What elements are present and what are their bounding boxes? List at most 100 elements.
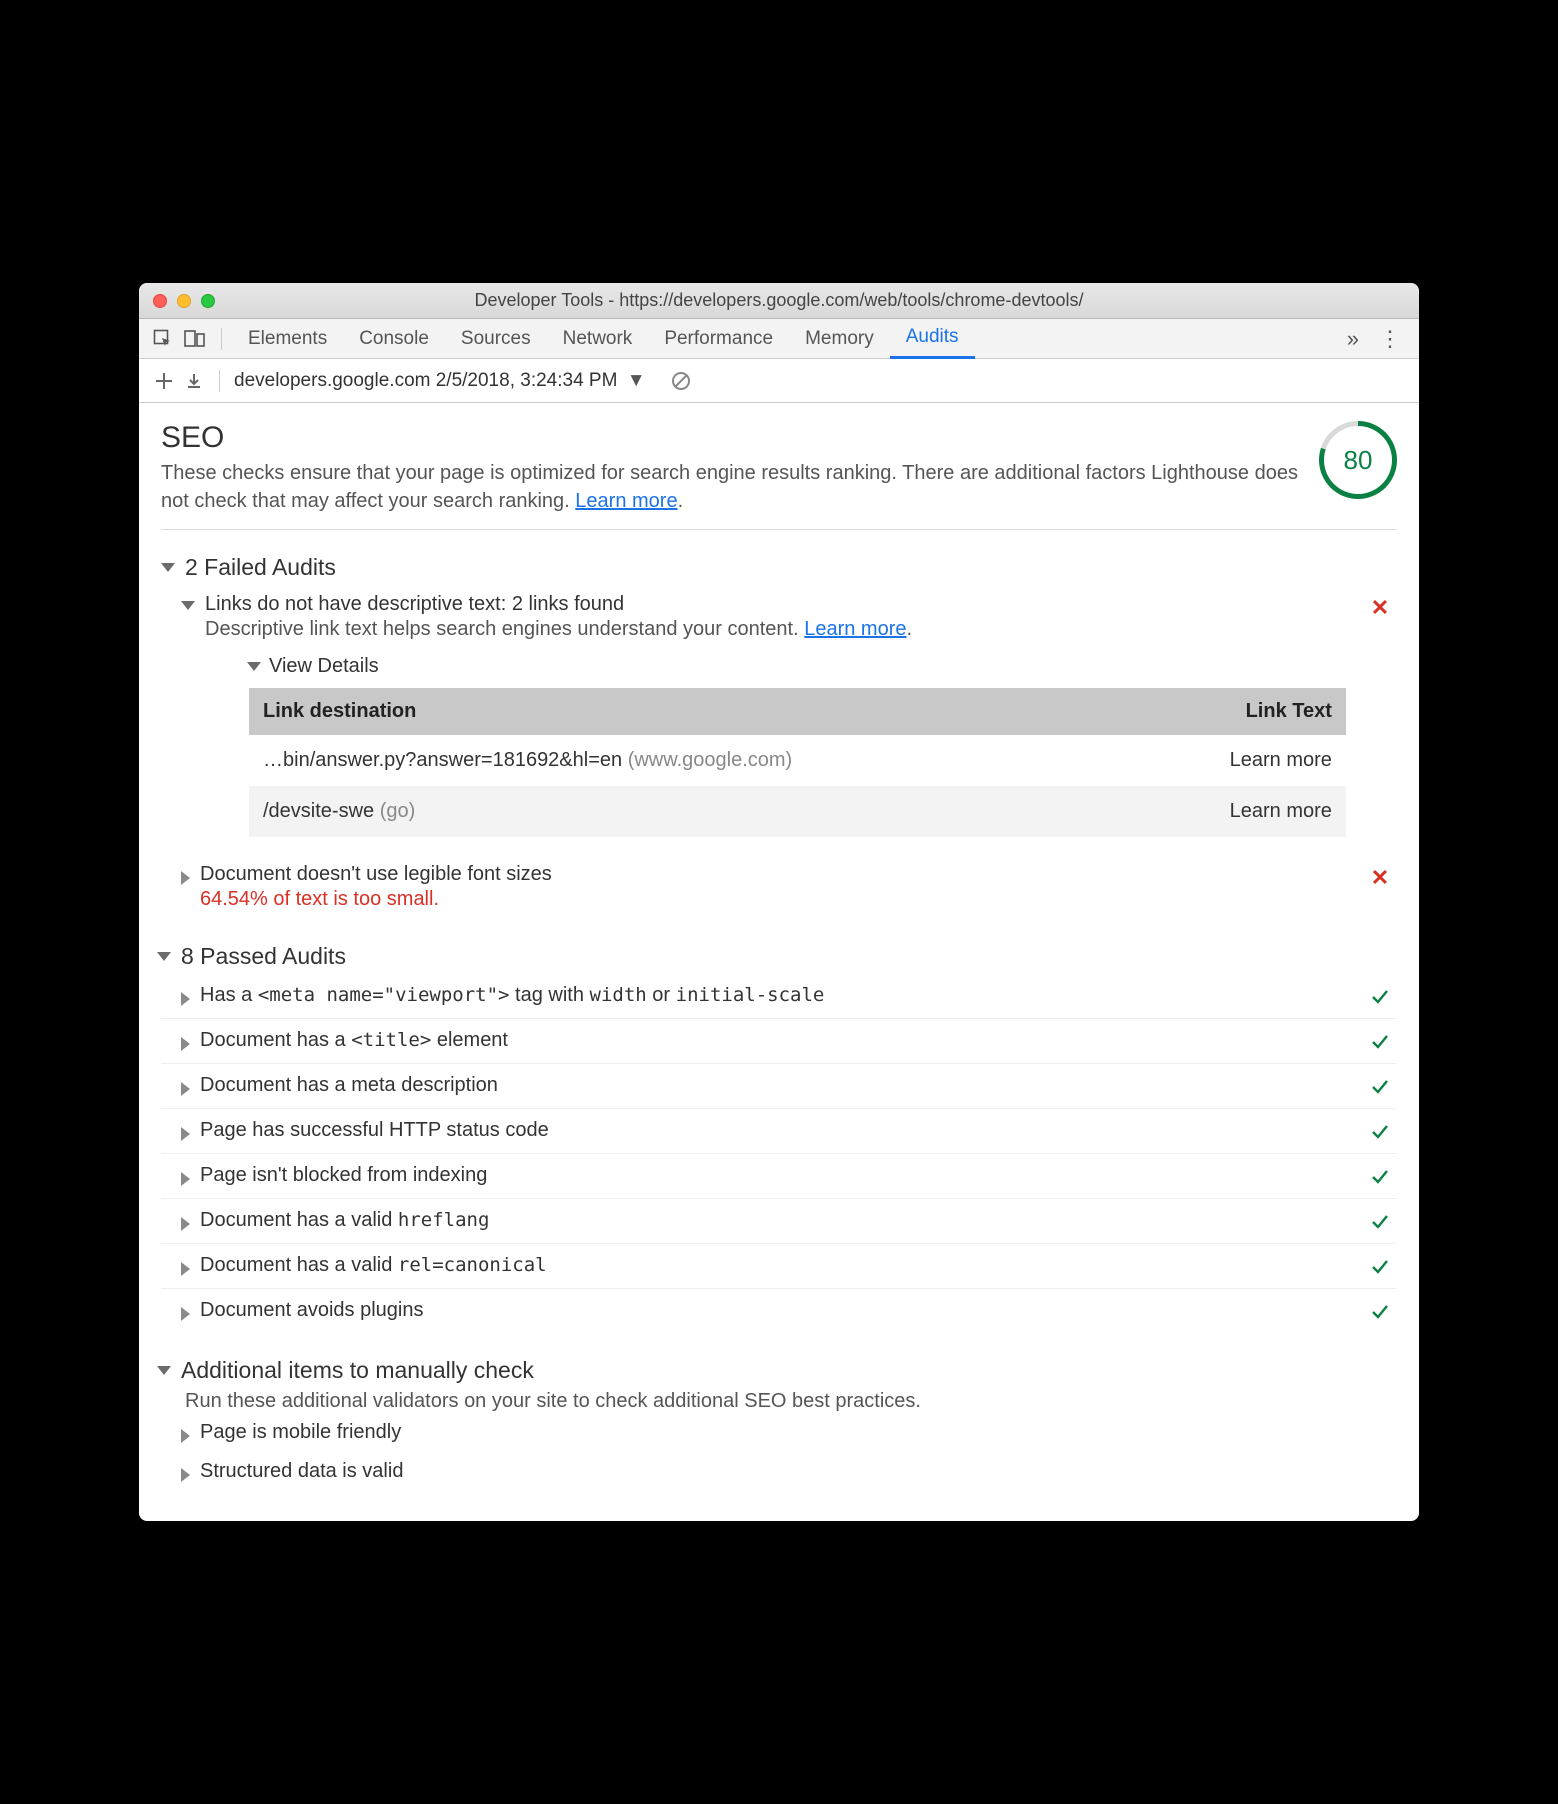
fail-icon: ✕	[1367, 863, 1393, 891]
audit-title: Document avoids plugins	[200, 1299, 1357, 1322]
col-link-destination: Link destination	[249, 688, 1138, 735]
triangle-right-icon[interactable]	[181, 1037, 190, 1051]
close-window-button[interactable]	[153, 294, 167, 308]
triangle-down-icon	[157, 1366, 171, 1375]
traffic-lights	[153, 294, 215, 308]
passed-audit-item: Document avoids plugins	[161, 1288, 1397, 1333]
audit-subtitle: Descriptive link text helps search engin…	[205, 618, 1357, 641]
tab-console[interactable]: Console	[343, 319, 445, 359]
toolbar-divider	[219, 370, 220, 392]
pass-icon	[1367, 1299, 1393, 1323]
triangle-right-icon[interactable]	[181, 1127, 190, 1141]
audit-title: Document has a valid hreflang	[200, 1209, 1357, 1232]
tab-network[interactable]: Network	[547, 319, 649, 359]
seo-score-gauge: 80	[1319, 421, 1397, 499]
window-titlebar: Developer Tools - https://developers.goo…	[139, 283, 1419, 319]
pass-icon	[1367, 1029, 1393, 1053]
audit-title: Page is mobile friendly	[200, 1421, 1393, 1444]
minimize-window-button[interactable]	[177, 294, 191, 308]
triangle-right-icon[interactable]	[181, 1217, 190, 1231]
tabbar-divider	[221, 328, 222, 350]
pass-icon	[1367, 1209, 1393, 1233]
passed-audits-toggle[interactable]: 8 Passed Audits	[157, 939, 1397, 974]
manual-audits-heading: Additional items to manually check	[181, 1357, 534, 1384]
tab-memory[interactable]: Memory	[789, 319, 890, 359]
passed-audit-item: Page has successful HTTP status code	[161, 1108, 1397, 1153]
tab-audits[interactable]: Audits	[890, 319, 975, 359]
download-report-button[interactable]	[179, 366, 209, 396]
triangle-right-icon[interactable]	[181, 1262, 190, 1276]
more-tabs-icon[interactable]: »	[1337, 326, 1369, 352]
manual-audits-toggle[interactable]: Additional items to manually check	[157, 1353, 1397, 1388]
passed-audit-item: Page isn't blocked from indexing	[161, 1153, 1397, 1198]
seo-score-value: 80	[1344, 445, 1373, 476]
failed-audits-section: 2 Failed Audits Links do not have descri…	[161, 550, 1397, 919]
audit-title: Page isn't blocked from indexing	[200, 1164, 1357, 1187]
triangle-right-icon[interactable]	[181, 1429, 190, 1443]
failed-audits-toggle[interactable]: 2 Failed Audits	[161, 550, 1397, 585]
triangle-right-icon[interactable]	[181, 871, 190, 885]
triangle-right-icon[interactable]	[181, 1082, 190, 1096]
audit-title: Document has a <title> element	[200, 1029, 1357, 1052]
triangle-right-icon[interactable]	[181, 1307, 190, 1321]
failed-audits-heading: 2 Failed Audits	[185, 554, 336, 581]
triangle-down-icon	[161, 563, 175, 572]
pass-icon	[1367, 1254, 1393, 1278]
tab-sources[interactable]: Sources	[445, 319, 547, 359]
manual-audit-item: Page is mobile friendly	[161, 1413, 1397, 1452]
audits-toolbar: developers.google.com 2/5/2018, 3:24:34 …	[139, 359, 1419, 403]
passed-audit-item: Document has a valid hreflang	[161, 1198, 1397, 1243]
chevron-down-icon: ▼	[627, 370, 646, 391]
table-row: …bin/answer.py?answer=181692&hl=en (www.…	[249, 735, 1346, 786]
device-toolbar-icon[interactable]	[179, 324, 211, 354]
zoom-window-button[interactable]	[201, 294, 215, 308]
pass-icon	[1367, 984, 1393, 1008]
devtools-menu-icon[interactable]: ⋮	[1369, 326, 1411, 352]
passed-audits-heading: 8 Passed Audits	[181, 943, 346, 970]
seo-description: These checks ensure that your page is op…	[161, 459, 1299, 515]
triangle-down-icon	[247, 662, 261, 671]
passed-audits-section: 8 Passed Audits Has a <meta name="viewpo…	[161, 939, 1397, 1333]
report-selector[interactable]: developers.google.com 2/5/2018, 3:24:34 …	[234, 370, 646, 392]
seo-learn-more-link[interactable]: Learn more	[575, 490, 677, 512]
window-title: Developer Tools - https://developers.goo…	[139, 290, 1419, 311]
audit-warning: 64.54% of text is too small.	[200, 888, 1357, 911]
inspect-element-icon[interactable]	[147, 324, 179, 354]
pass-icon	[1367, 1119, 1393, 1143]
failed-audit-item: Links do not have descriptive text: 2 li…	[161, 585, 1397, 845]
seo-title: SEO	[161, 421, 1299, 455]
manual-audits-desc: Run these additional validators on your …	[185, 1390, 1397, 1413]
audit-title: Document has a valid rel=canonical	[200, 1254, 1357, 1277]
audit-title: Page has successful HTTP status code	[200, 1119, 1357, 1142]
failed-audit-item: Document doesn't use legible font sizes …	[161, 855, 1397, 919]
new-audit-button[interactable]	[149, 366, 179, 396]
audit-title: Has a <meta name="viewport"> tag with wi…	[200, 984, 1357, 1007]
passed-audit-item: Document has a <title> element	[161, 1018, 1397, 1063]
triangle-right-icon[interactable]	[181, 992, 190, 1006]
audit-title: Document doesn't use legible font sizes	[200, 863, 1357, 886]
audit-title: Links do not have descriptive text: 2 li…	[205, 593, 1357, 616]
clear-all-icon[interactable]	[670, 370, 692, 392]
tab-elements[interactable]: Elements	[232, 319, 343, 359]
devtools-tabbar: Elements Console Sources Network Perform…	[139, 319, 1419, 359]
manual-audits-section: Additional items to manually check Run t…	[161, 1353, 1397, 1491]
audit-details: View Details Link destination Link Text	[249, 655, 1357, 837]
tab-performance[interactable]: Performance	[648, 319, 789, 359]
triangle-right-icon[interactable]	[181, 1468, 190, 1482]
audit-title: Document has a meta description	[200, 1074, 1357, 1097]
audit-learn-more-link[interactable]: Learn more	[804, 618, 906, 640]
triangle-down-icon	[157, 952, 171, 961]
devtools-window: Developer Tools - https://developers.goo…	[139, 283, 1419, 1521]
col-link-text: Link Text	[1138, 688, 1346, 735]
fail-icon: ✕	[1367, 593, 1393, 621]
passed-audit-item: Has a <meta name="viewport"> tag with wi…	[161, 974, 1397, 1018]
view-details-toggle[interactable]: View Details	[247, 655, 1357, 678]
passed-audit-item: Document has a meta description	[161, 1063, 1397, 1108]
triangle-right-icon[interactable]	[181, 1172, 190, 1186]
triangle-down-icon[interactable]	[181, 601, 195, 610]
report-label: developers.google.com 2/5/2018, 3:24:34 …	[234, 370, 617, 391]
seo-header: SEO These checks ensure that your page i…	[161, 421, 1397, 530]
manual-audit-item: Structured data is valid	[161, 1452, 1397, 1491]
passed-audit-item: Document has a valid rel=canonical	[161, 1243, 1397, 1288]
table-row: /devsite-swe (go) Learn more	[249, 786, 1346, 837]
